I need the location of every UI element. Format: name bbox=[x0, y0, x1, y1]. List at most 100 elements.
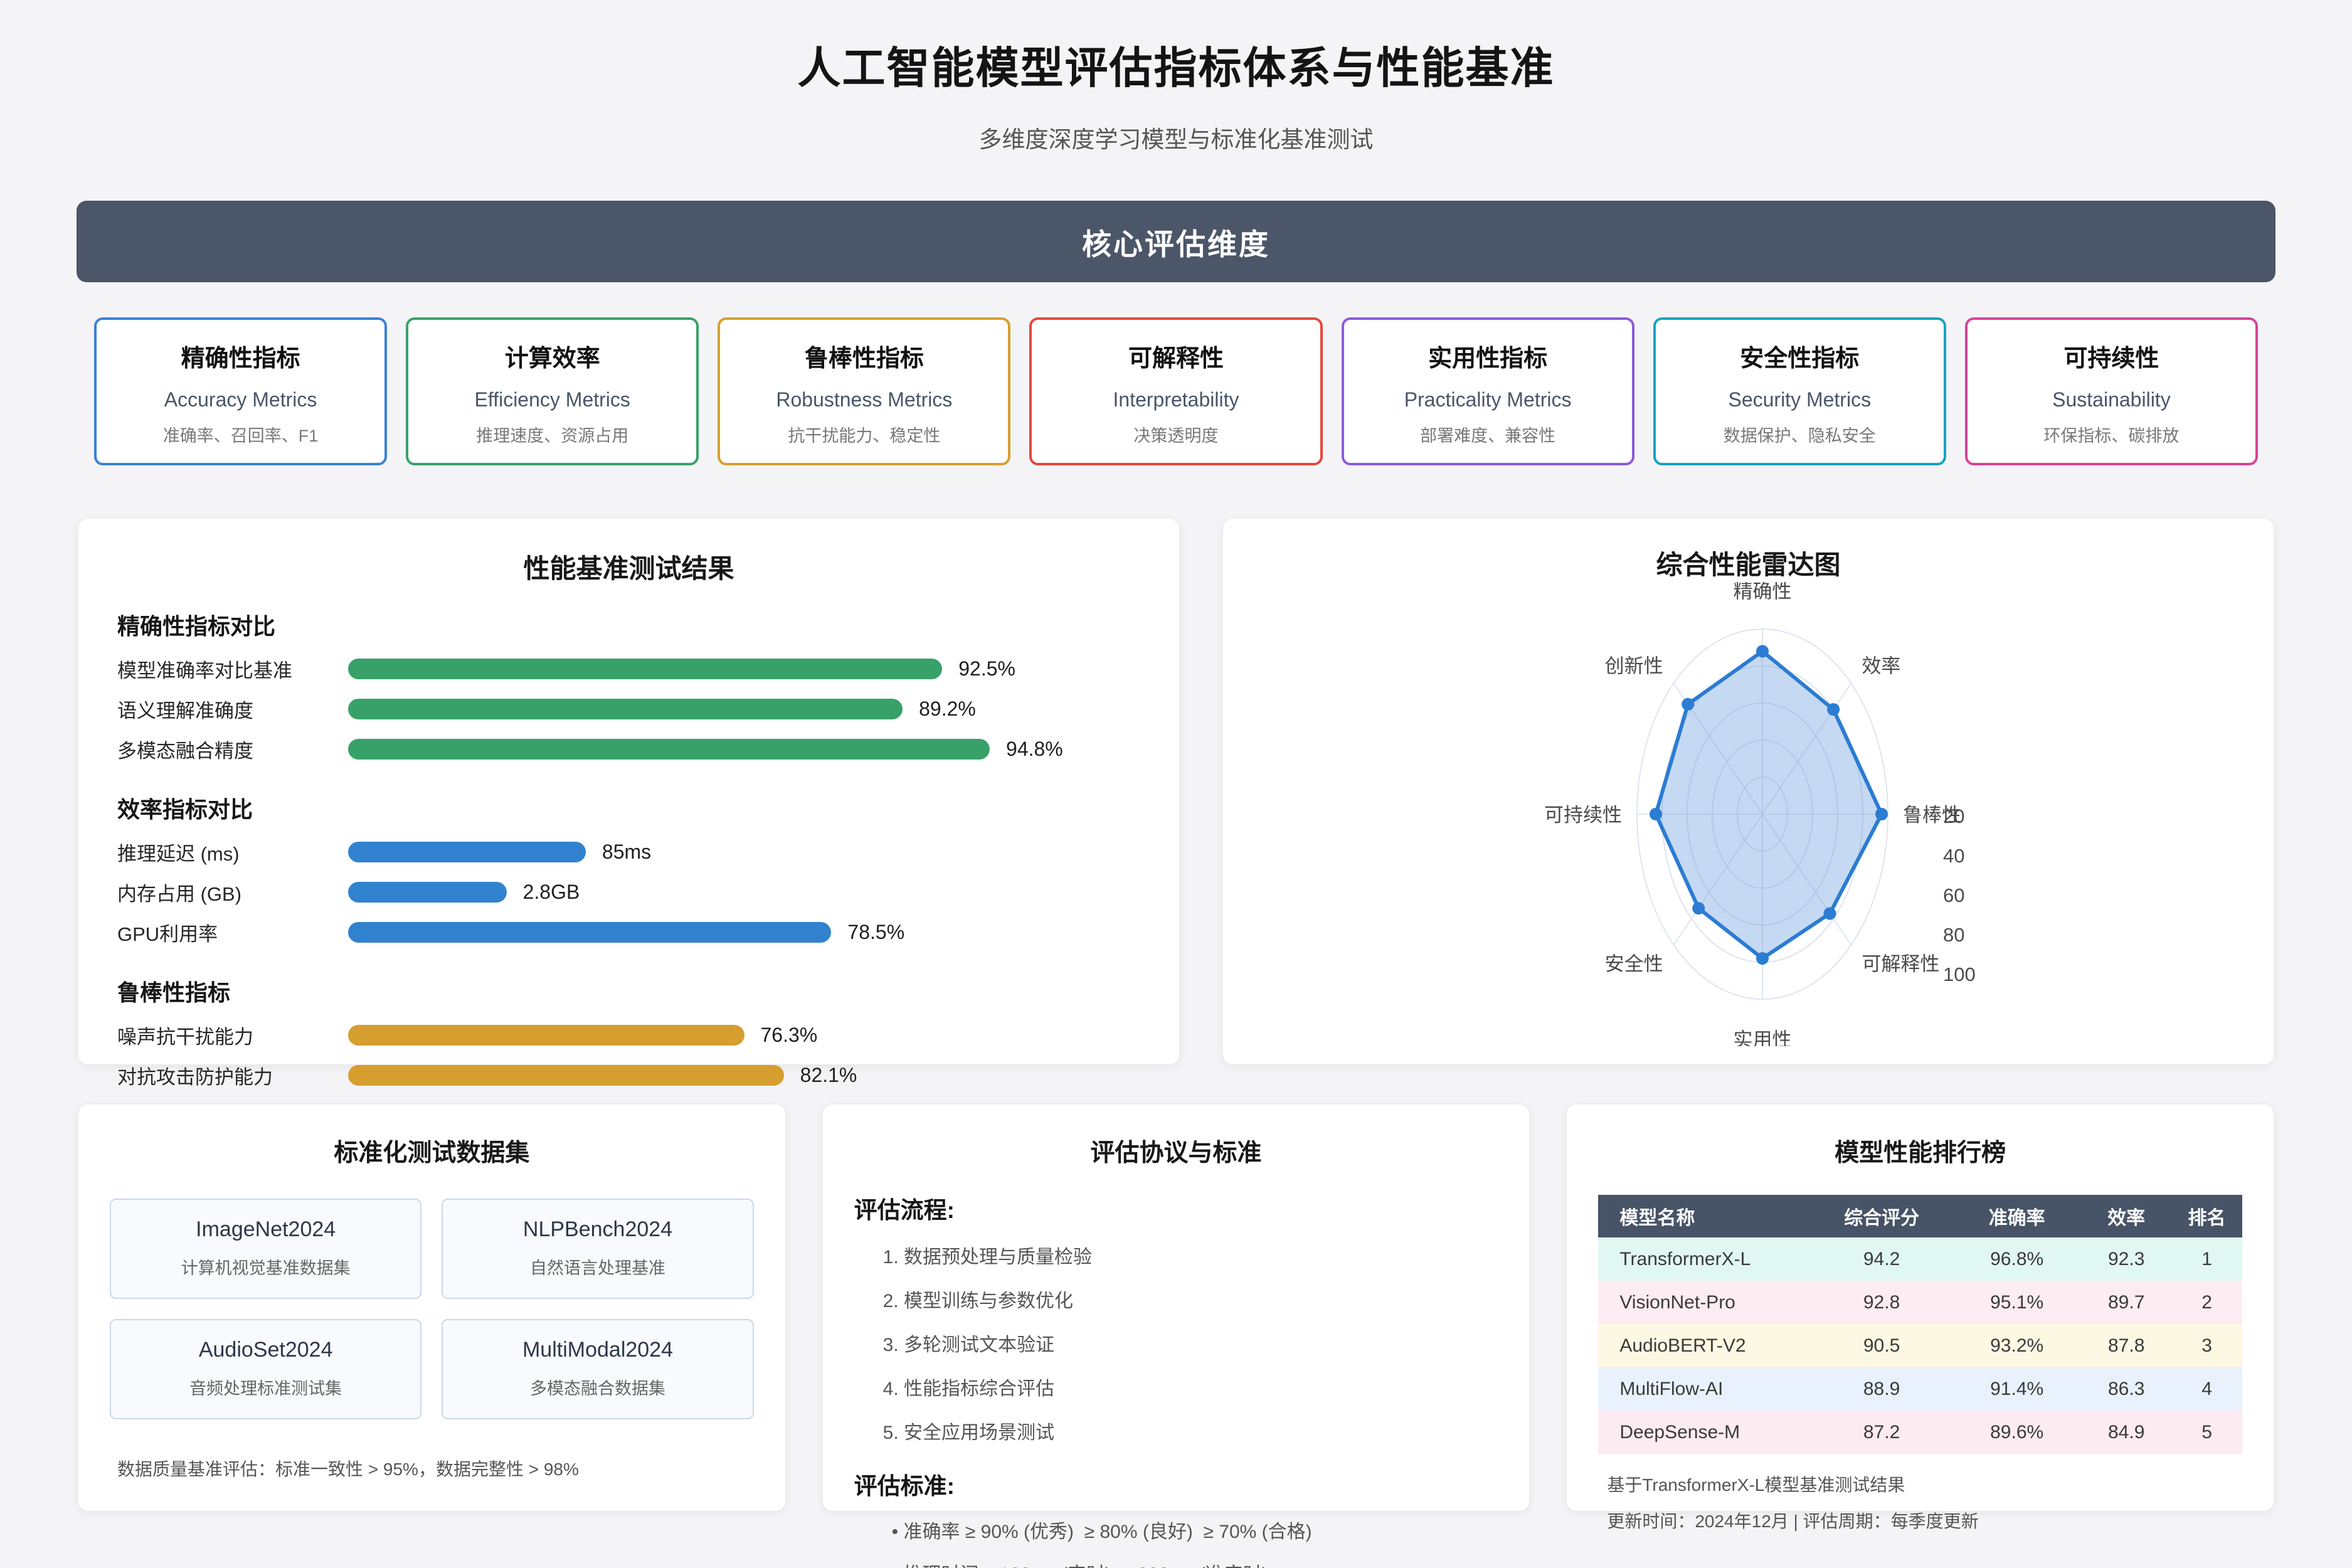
bottom-row: 标准化测试数据集 ImageNet2024计算机视觉基准数据集NLPBench2… bbox=[78, 1104, 2274, 1511]
radar-data-point bbox=[1682, 698, 1694, 711]
datasets-panel: 标准化测试数据集 ImageNet2024计算机视觉基准数据集NLPBench2… bbox=[78, 1104, 785, 1511]
benchmark-bar bbox=[348, 842, 586, 862]
ranking-table-body: TransformerX-L94.296.8%92.31VisionNet-Pr… bbox=[1598, 1237, 2242, 1454]
ranking-column-header: 排名 bbox=[2171, 1195, 2242, 1237]
criteria-list: • 准确率 ≥ 90% (优秀) ≥ 80% (良好) ≥ 70% (合格)• … bbox=[854, 1516, 1498, 1568]
radar-data-point bbox=[1756, 645, 1769, 657]
benchmark-bar-value: 85ms bbox=[602, 840, 651, 864]
dimension-card-english: Security Metrics bbox=[1661, 388, 1939, 411]
protocol-panel: 评估协议与标准 评估流程: 1. 数据预处理与质量检验2. 模型训练与参数优化3… bbox=[823, 1104, 1530, 1511]
ranking-cell: MultiFlow-AI bbox=[1598, 1367, 1811, 1411]
ranking-note: 基于TransformerX-L模型基准测试结果 bbox=[1598, 1471, 2242, 1496]
benchmark-bar bbox=[348, 922, 831, 943]
dimension-card-english: Efficiency Metrics bbox=[413, 388, 691, 411]
ranking-panel: 模型性能排行榜 模型名称综合评分准确率效率排名 TransformerX-L94… bbox=[1567, 1104, 2274, 1511]
benchmark-bar bbox=[348, 1025, 744, 1046]
ranking-cell: 90.5 bbox=[1811, 1324, 1952, 1367]
radar-data-point bbox=[1756, 952, 1769, 965]
dimension-card-desc: 决策透明度 bbox=[1037, 422, 1315, 447]
dimension-card-title: 可解释性 bbox=[1037, 339, 1315, 373]
criteria-heading: 评估标准: bbox=[854, 1467, 1498, 1501]
benchmark-bar-label: GPU利用率 bbox=[117, 918, 348, 946]
ranking-cell: 3 bbox=[2171, 1324, 2242, 1367]
radar-title: 综合性能雷达图 bbox=[1248, 544, 2249, 582]
radar-axis-label: 可持续性 bbox=[1544, 804, 1622, 826]
radar-data-point bbox=[1827, 703, 1840, 716]
dimension-card: 可持续性Sustainability环保指标、碳排放 bbox=[1965, 317, 2258, 465]
benchmark-bar-row: GPU利用率 78.5% bbox=[117, 912, 1140, 952]
page-subtitle: 多维度深度学习模型与标准化基准测试 bbox=[0, 120, 2352, 154]
process-step: 2. 模型训练与参数优化 bbox=[883, 1285, 1498, 1313]
benchmark-bar-row: 多模态融合精度94.8% bbox=[117, 729, 1140, 769]
dimension-card: 精确性指标Accuracy Metrics准确率、召回率、F1 bbox=[94, 317, 387, 465]
dimension-card: 可解释性 Interpretability 决策透明度 bbox=[1029, 317, 1322, 465]
benchmark-bar-track: 94.8% bbox=[348, 738, 1140, 761]
ranking-cell: 93.2% bbox=[1952, 1324, 2081, 1367]
ranking-cell: AudioBERT-V2 bbox=[1598, 1324, 1811, 1367]
benchmark-bar bbox=[348, 882, 507, 903]
dimension-card-english: Robustness Metrics bbox=[725, 388, 1003, 411]
ranking-cell: TransformerX-L bbox=[1598, 1237, 1811, 1281]
page-footer: 人工智能模型评估指标体系与性能基准 — 构建标准化、科学化的AI模型评估框架 bbox=[0, 1562, 2352, 1568]
process-step: 4. 性能指标综合评估 bbox=[883, 1373, 1498, 1401]
benchmark-bar-row: 语义理解准确度89.2% bbox=[117, 689, 1140, 729]
benchmark-bar-value: 92.5% bbox=[958, 657, 1015, 681]
dimension-card-desc: 抗干扰能力、稳定性 bbox=[725, 422, 1003, 447]
ranking-cell: 1 bbox=[2171, 1237, 2242, 1281]
benchmark-bar-track: 85ms bbox=[348, 840, 1140, 864]
dimension-cards-row: 精确性指标Accuracy Metrics准确率、召回率、F1计算效率Effic… bbox=[94, 317, 2258, 465]
dataset-name: MultiModal2024 bbox=[447, 1338, 748, 1362]
dataset-quality-note: 数据质量基准评估：标准一致性 > 95%，数据完整性 > 98% bbox=[110, 1456, 754, 1481]
dimension-card-english: Accuracy Metrics bbox=[102, 388, 379, 411]
benchmark-bar-row: 对抗攻击防护能力82.1% bbox=[117, 1055, 1140, 1095]
process-step: 5. 安全应用场景测试 bbox=[883, 1417, 1498, 1444]
dataset-card: MultiModal2024多模态融合数据集 bbox=[442, 1319, 753, 1419]
dataset-grid: ImageNet2024 计算机视觉基准数据集 NLPBench2024 自然语言处理… bbox=[110, 1199, 754, 1419]
ranking-table-row: DeepSense-M87.289.6%84.95 bbox=[1598, 1411, 2242, 1454]
ranking-cell: 92.3 bbox=[2081, 1237, 2171, 1281]
dimension-card-english: Interpretability bbox=[1037, 388, 1315, 411]
radar-chart: 精确性效率鲁棒性可解释性实用性安全性可持续性创新性20406080100 bbox=[1248, 582, 2249, 1046]
radar-data-point bbox=[1650, 808, 1662, 820]
dimension-card-title: 可持续性 bbox=[1973, 339, 2250, 373]
dimension-card-title: 计算效率 bbox=[413, 339, 691, 373]
benchmark-group-heading: 精确性指标对比 bbox=[117, 608, 1140, 641]
benchmark-bar-label: 内存占用 (GB) bbox=[117, 878, 348, 906]
benchmark-title: 性能基准测试结果 bbox=[117, 548, 1140, 586]
benchmark-bar-value: 78.5% bbox=[847, 921, 904, 944]
radar-data-point bbox=[1875, 808, 1888, 820]
ranking-cell: DeepSense-M bbox=[1598, 1411, 1811, 1454]
banner-title: 核心评估维度 bbox=[1082, 220, 1270, 263]
benchmark-bar-track: 82.1% bbox=[348, 1064, 1140, 1087]
ranking-cell: 94.2 bbox=[1811, 1237, 1952, 1281]
radar-scale-label: 20 bbox=[1943, 805, 1964, 827]
benchmark-bar-track: 92.5% bbox=[348, 657, 1140, 681]
ranking-cell: 89.7 bbox=[2081, 1281, 2171, 1324]
benchmark-group-heading: 效率指标对比 bbox=[117, 792, 1140, 824]
benchmark-bar-track: 78.5% bbox=[348, 921, 1140, 944]
dashboard-page: 人工智能模型评估指标体系与性能基准 多维度深度学习模型与标准化基准测试 核心评估… bbox=[0, 0, 2352, 1568]
benchmark-bar-track: 76.3% bbox=[348, 1024, 1140, 1047]
criteria-item: • 准确率 ≥ 90% (优秀) ≥ 80% (良好) ≥ 70% (合格) bbox=[892, 1516, 1498, 1544]
benchmark-bar-groups: 精确性指标对比模型准确率对比基准92.5%语义理解准确度89.2%多模态融合精度… bbox=[117, 608, 1140, 1095]
ranking-cell: 84.9 bbox=[2081, 1411, 2171, 1454]
ranking-table-row: TransformerX-L94.296.8%92.31 bbox=[1598, 1237, 2242, 1281]
benchmark-bar-label: 多模态融合精度 bbox=[117, 735, 348, 763]
radar-scale-label: 60 bbox=[1943, 884, 1964, 906]
dataset-name: NLPBench2024 bbox=[447, 1217, 748, 1242]
process-heading: 评估流程: bbox=[854, 1191, 1498, 1225]
dataset-desc: 自然语言处理基准 bbox=[447, 1254, 748, 1279]
benchmark-bar bbox=[348, 699, 903, 719]
benchmark-bar-value: 76.3% bbox=[761, 1024, 818, 1047]
benchmark-bar-row: 内存占用 (GB)2.8GB bbox=[117, 872, 1140, 912]
ranking-column-header: 综合评分 bbox=[1811, 1195, 1952, 1237]
benchmark-bar-label: 语义理解准确度 bbox=[117, 695, 348, 723]
radar-polygon bbox=[1656, 651, 1882, 958]
benchmark-panel: 性能基准测试结果 精确性指标对比模型准确率对比基准92.5%语义理解准确度89.… bbox=[78, 519, 1179, 1064]
dataset-name: ImageNet2024 bbox=[115, 1217, 416, 1242]
dimension-card-desc: 准确率、召回率、F1 bbox=[102, 422, 379, 447]
benchmark-bar-label: 噪声抗干扰能力 bbox=[117, 1021, 348, 1049]
page-title: 人工智能模型评估指标体系与性能基准 bbox=[0, 33, 2352, 95]
dataset-desc: 计算机视觉基准数据集 bbox=[115, 1254, 416, 1279]
core-dimensions-banner: 核心评估维度 bbox=[77, 201, 2275, 282]
